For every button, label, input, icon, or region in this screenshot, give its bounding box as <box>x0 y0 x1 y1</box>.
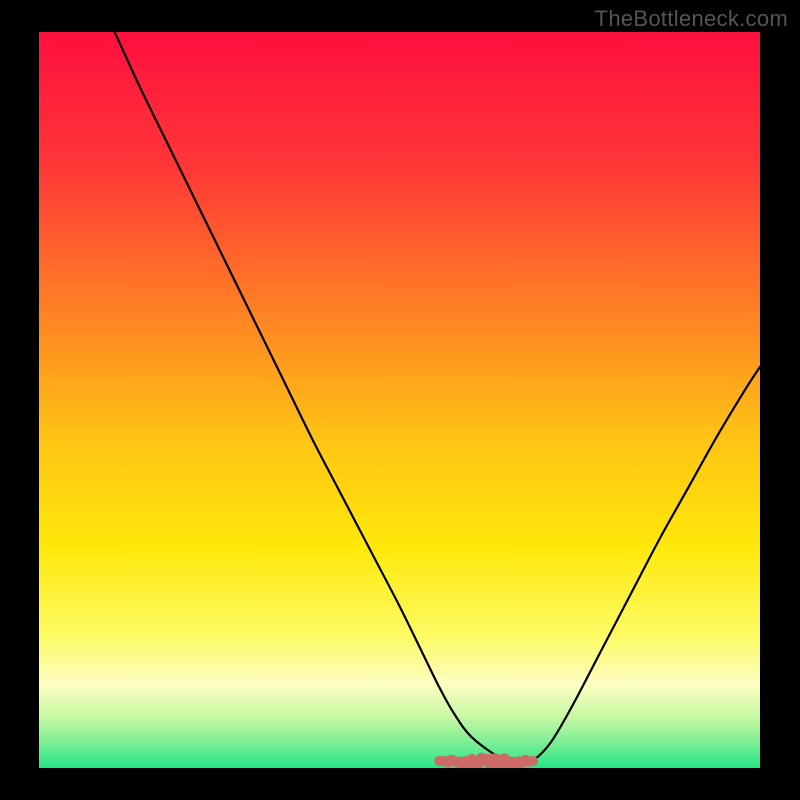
bottleneck-curve <box>115 32 760 763</box>
curve-layer <box>39 32 760 768</box>
chart-frame: TheBottleneck.com <box>0 0 800 800</box>
baseline-marker <box>439 758 533 767</box>
watermark-text: TheBottleneck.com <box>595 6 788 32</box>
plot-area <box>39 32 760 768</box>
